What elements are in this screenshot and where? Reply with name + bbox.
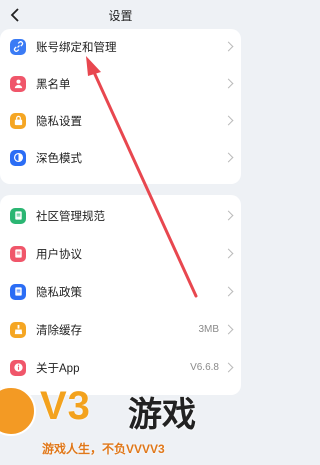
row-privacy-policy[interactable]: 隐私政策 (0, 273, 241, 310)
doc-icon (10, 283, 26, 300)
row-clear-cache[interactable]: 清除缓存 3MB (0, 311, 241, 348)
watermark-slogan: 游戏人生，不负VVVV3 (42, 442, 165, 456)
row-dark-mode[interactable]: 深色模式 (0, 139, 241, 176)
row-label: 清除缓存 (36, 324, 82, 337)
row-about-app[interactable]: 关于App V6.6.8 (0, 349, 241, 386)
row-account-binding[interactable]: 账号绑定和管理 (0, 28, 241, 65)
row-label: 隐私设置 (36, 115, 82, 128)
chevron-right-icon (223, 248, 234, 259)
top-bar: 设置 (0, 0, 241, 30)
chevron-right-icon (223, 115, 234, 126)
row-label: 用户协议 (36, 248, 82, 261)
broom-icon (10, 321, 26, 338)
chevron-right-icon (223, 41, 234, 52)
page-title: 设置 (108, 8, 133, 23)
row-community-rules[interactable]: 社区管理规范 (0, 197, 241, 234)
back-button[interactable] (8, 7, 22, 23)
row-label: 隐私政策 (36, 286, 82, 299)
row-label: 关于App (36, 362, 80, 375)
chevron-right-icon (223, 362, 234, 373)
doc-icon (10, 245, 26, 262)
watermark-brand: V3 (40, 384, 91, 428)
row-label: 账号绑定和管理 (36, 41, 117, 54)
contrast-icon (10, 149, 26, 166)
chevron-right-icon (223, 210, 234, 221)
user-block-icon (10, 75, 26, 92)
lock-icon (10, 112, 26, 129)
chevron-right-icon (223, 78, 234, 89)
chevron-right-icon (223, 286, 234, 297)
chevron-right-icon (223, 152, 234, 163)
row-user-agreement[interactable]: 用户协议 (0, 235, 241, 272)
info-icon (10, 359, 26, 376)
version-value: V6.6.8 (190, 362, 219, 373)
cache-size-value: 3MB (198, 324, 219, 335)
chevron-right-icon (223, 324, 234, 335)
watermark-brand-cn: 游戏 (128, 396, 196, 434)
row-privacy-settings[interactable]: 隐私设置 (0, 102, 241, 139)
row-label: 社区管理规范 (36, 210, 105, 223)
chevron-left-icon (10, 8, 19, 22)
row-label: 深色模式 (36, 152, 82, 165)
doc-icon (10, 207, 26, 224)
link-icon (10, 38, 26, 55)
row-blacklist[interactable]: 黑名单 (0, 65, 241, 102)
row-label: 黑名单 (36, 78, 71, 91)
